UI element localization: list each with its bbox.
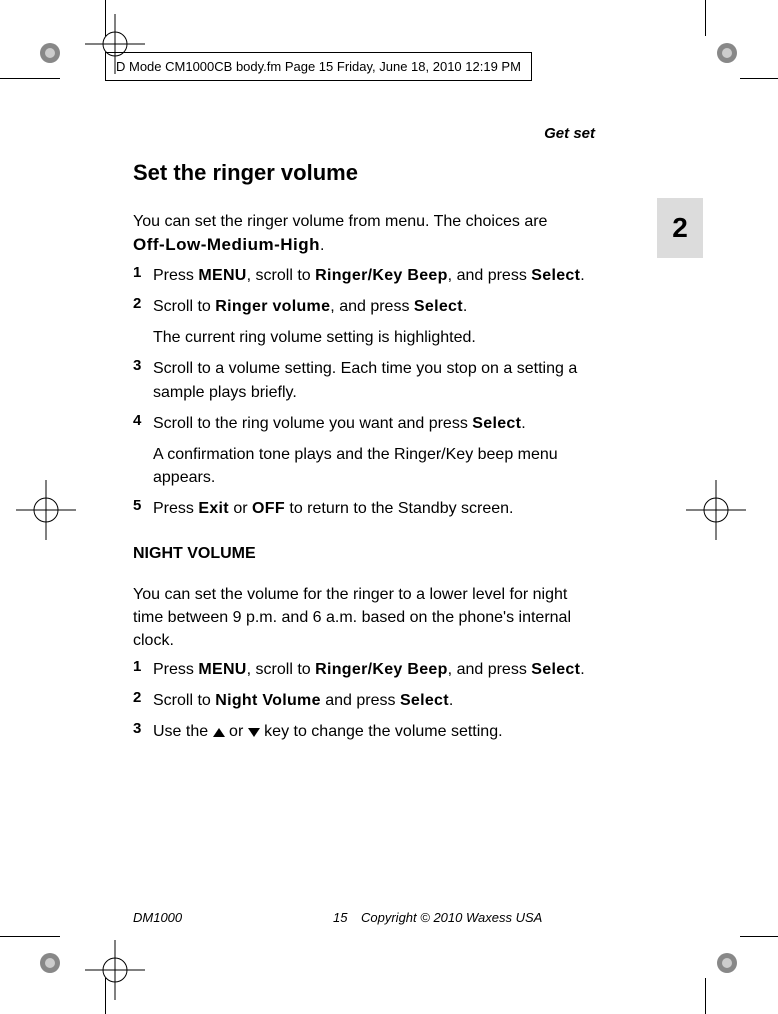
footer-page-number: 15	[333, 910, 361, 925]
intro-text-b: You can set the volume for the ringer to…	[133, 583, 585, 653]
step-number: 4	[133, 412, 153, 435]
step-item: 1 Press MENU, scroll to Ringer/Key Beep,…	[133, 264, 585, 287]
corner-disc-icon	[39, 952, 61, 974]
step-note: A confirmation tone plays and the Ringer…	[153, 443, 585, 489]
step-item: 5 Press Exit or OFF to return to the Sta…	[133, 497, 585, 520]
step-number: 5	[133, 497, 153, 520]
crop-mark	[705, 978, 706, 1014]
choices-text: Off-Low-Medium-High	[133, 235, 320, 254]
chapter-tab: 2	[657, 198, 703, 258]
step-text: Press MENU, scroll to Ringer/Key Beep, a…	[153, 658, 585, 681]
step-number: 3	[133, 357, 153, 403]
page-footer: DM1000 15 Copyright © 2010 Waxess USA	[133, 910, 583, 925]
step-item: 3 Use the or key to change the volume se…	[133, 720, 585, 743]
step-text: Scroll to the ring volume you want and p…	[153, 412, 585, 435]
intro-text: You can set the ringer volume from menu.…	[133, 210, 585, 258]
subheading: NIGHT VOLUME	[133, 545, 585, 563]
step-text: Scroll to a volume setting. Each time yo…	[153, 357, 585, 403]
step-item: 1 Press MENU, scroll to Ringer/Key Beep,…	[133, 658, 585, 681]
step-item: 3 Scroll to a volume setting. Each time …	[133, 357, 585, 403]
step-item: 2 Scroll to Night Volume and press Selec…	[133, 689, 585, 712]
crop-mark	[0, 936, 60, 937]
step-text: Scroll to Ringer volume, and press Selec…	[153, 295, 585, 318]
step-text: Press MENU, scroll to Ringer/Key Beep, a…	[153, 264, 585, 287]
step-number: 1	[133, 658, 153, 681]
step-text: Use the or key to change the volume sett…	[153, 720, 585, 743]
step-text: Press Exit or OFF to return to the Stand…	[153, 497, 585, 520]
corner-disc-icon	[716, 952, 738, 974]
step-text: Scroll to Night Volume and press Select.	[153, 689, 585, 712]
section-label: Get set	[105, 125, 705, 142]
page-title: Set the ringer volume	[133, 160, 585, 186]
step-number: 2	[133, 295, 153, 318]
step-number: 1	[133, 264, 153, 287]
crop-mark	[740, 936, 778, 937]
registration-mark-icon	[85, 940, 145, 1000]
arrow-down-icon	[248, 728, 260, 737]
step-number: 3	[133, 720, 153, 743]
crop-mark	[705, 0, 706, 36]
crop-mark	[740, 78, 778, 79]
footer-copyright: Copyright © 2010 Waxess USA	[361, 910, 542, 925]
registration-mark-icon	[16, 480, 76, 540]
crop-mark	[0, 78, 60, 79]
footer-model: DM1000	[133, 910, 333, 925]
arrow-up-icon	[213, 728, 225, 737]
intro-body: You can set the ringer volume from menu.…	[133, 213, 547, 230]
page-header-info: D Mode CM1000CB body.fm Page 15 Friday, …	[105, 52, 532, 81]
step-note: The current ring volume setting is highl…	[153, 326, 585, 349]
step-item: 4 Scroll to the ring volume you want and…	[133, 412, 585, 435]
step-number: 2	[133, 689, 153, 712]
step-item: 2 Scroll to Ringer volume, and press Sel…	[133, 295, 585, 318]
corner-disc-icon	[39, 42, 61, 64]
corner-disc-icon	[716, 42, 738, 64]
